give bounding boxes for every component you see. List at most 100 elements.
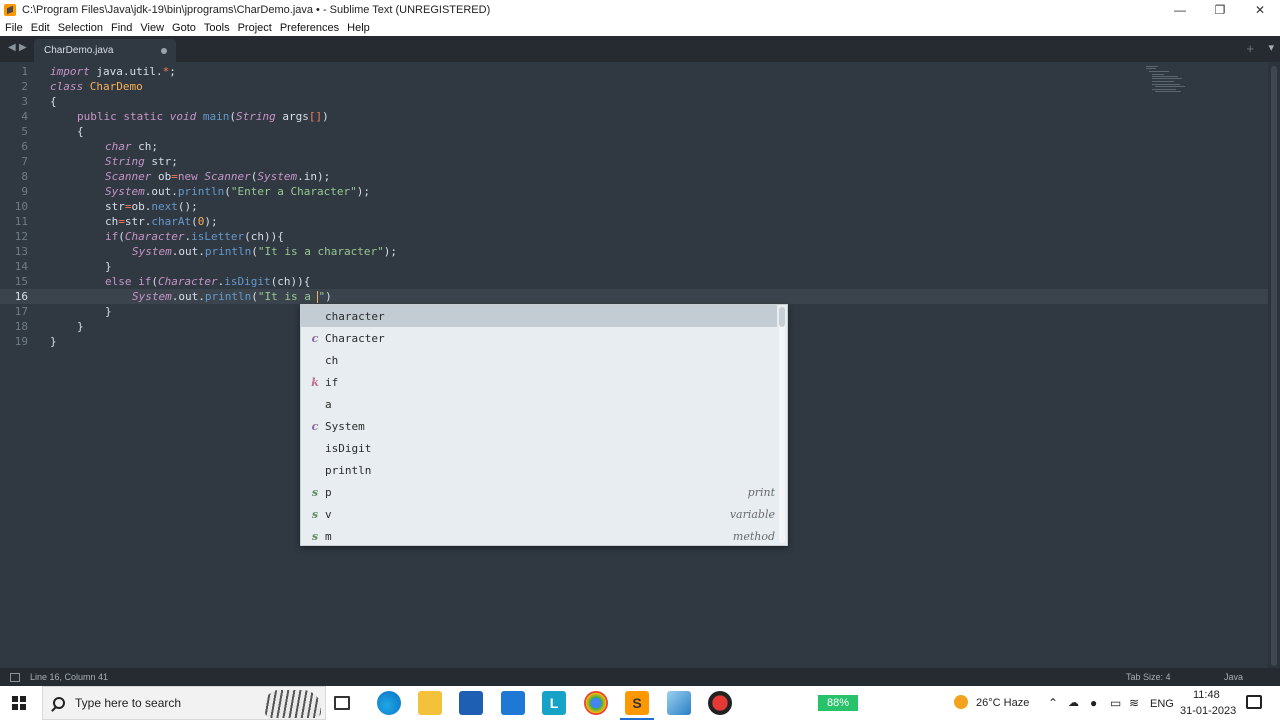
vertical-scrollbar[interactable] [1268, 62, 1280, 668]
code-line-1: import java.util.*; [50, 64, 176, 79]
code-token: ); [356, 185, 370, 198]
tab-nav-right-icon[interactable]: ▶ [19, 42, 27, 53]
code-token: System [257, 170, 298, 183]
scrollbar-thumb[interactable] [1271, 66, 1277, 666]
maximize-button[interactable]: ❐ [1200, 0, 1240, 20]
code-token: "It is a character" [257, 245, 384, 258]
autocomplete-item[interactable]: s p print [301, 481, 777, 503]
autocomplete-item[interactable]: s v variable [301, 503, 777, 525]
autocomplete-label: ch [325, 353, 339, 367]
line-number: 11 [14, 215, 28, 228]
minimize-button[interactable]: — [1160, 0, 1200, 20]
menu-edit[interactable]: Edit [28, 22, 53, 34]
kind-badge: k [311, 375, 319, 389]
autocomplete-item[interactable]: character [301, 305, 777, 327]
menu-file[interactable]: File [2, 22, 26, 34]
menu-find[interactable]: Find [108, 22, 135, 34]
line-number: 6 [21, 140, 28, 153]
syntax-indicator[interactable]: Java [1224, 672, 1243, 682]
autocomplete-item[interactable]: isDigit [301, 437, 777, 459]
file-explorer-icon[interactable] [418, 691, 442, 715]
notification-icon[interactable] [1246, 695, 1262, 709]
sublime-taskbar-icon[interactable]: S [625, 691, 649, 715]
mail-icon[interactable] [501, 691, 525, 715]
code-token: .out. [171, 290, 205, 303]
code-line-15: else if(Character.isDigit(ch)){ [105, 274, 310, 289]
tray-chevron-icon[interactable]: ⌃ [1048, 696, 1058, 710]
minimap[interactable] [1146, 66, 1190, 96]
app-record-icon[interactable] [708, 691, 732, 715]
tab-bar: ◀ ▶ CharDemo.java + ▾ [0, 36, 1280, 62]
autocomplete-item[interactable]: s m method [301, 525, 777, 547]
autocomplete-scrollbar[interactable] [779, 307, 785, 543]
code-line-5: { [77, 124, 84, 139]
tab-list-icon[interactable]: ▾ [1268, 41, 1274, 54]
code-line-16: System.out.println("It is a ") [132, 289, 332, 304]
close-button[interactable]: ✕ [1240, 0, 1280, 20]
menu-project[interactable]: Project [235, 22, 275, 34]
code-token: ch [105, 215, 119, 228]
autocomplete-item[interactable]: a [301, 393, 777, 415]
tab-chardemo[interactable]: CharDemo.java [34, 39, 176, 62]
autocomplete-label: System [325, 419, 365, 433]
windows-taskbar: Type here to search L S 88% 26°C Haze ⌃ … [0, 686, 1280, 720]
autocomplete-label: if [325, 375, 339, 389]
autocomplete-label: isDigit [325, 441, 372, 455]
code-token: } [50, 335, 57, 348]
weather-text[interactable]: 26°C Haze [976, 697, 1029, 709]
autocomplete-item[interactable]: println [301, 459, 777, 481]
app-l-icon[interactable]: L [542, 691, 566, 715]
app-notes-icon[interactable] [667, 691, 691, 715]
microphone-icon[interactable]: ● [1090, 696, 1097, 710]
search-icon [53, 697, 65, 709]
windows-start-icon[interactable] [12, 696, 26, 710]
menu-selection[interactable]: Selection [55, 22, 106, 34]
code-token: } [77, 320, 84, 333]
tab-nav-left-icon[interactable]: ◀ [8, 42, 16, 53]
unsaved-dot-icon[interactable] [161, 48, 167, 54]
menu-tools[interactable]: Tools [201, 22, 233, 34]
menu-view[interactable]: View [137, 22, 167, 34]
menu-goto[interactable]: Goto [169, 22, 199, 34]
autocomplete-scroll-thumb[interactable] [779, 307, 785, 327]
code-token: ( [118, 230, 125, 243]
edge-browser-icon[interactable] [377, 691, 401, 715]
new-tab-icon[interactable]: + [1246, 41, 1254, 56]
chrome-icon[interactable] [584, 691, 608, 715]
autocomplete-item[interactable]: c Character [301, 327, 777, 349]
task-view-icon[interactable] [334, 696, 350, 710]
line-number: 5 [21, 125, 28, 138]
autocomplete-popup[interactable]: character c Character ch k if a c System is… [300, 304, 788, 546]
title-bar: C:\Program Files\Java\jdk-19\bin\jprogra… [0, 0, 1280, 20]
autocomplete-item[interactable]: c System [301, 415, 777, 437]
code-token: str. [124, 215, 152, 228]
menu-help[interactable]: Help [344, 22, 373, 34]
taskbar-search-box[interactable]: Type here to search [42, 686, 326, 720]
battery-indicator[interactable]: 88% [818, 695, 858, 711]
wifi-icon[interactable]: ≋ [1129, 696, 1139, 710]
panel-toggle-icon[interactable] [10, 672, 20, 682]
search-highlight-illustration [265, 690, 321, 718]
code-line-4: public static void main(String args[]) [77, 109, 329, 124]
code-line-3: { [50, 94, 57, 109]
line-number: 4 [21, 110, 28, 123]
autocomplete-item[interactable]: ch [301, 349, 777, 371]
code-token: println [177, 185, 225, 198]
code-line-13: System.out.println("It is a character"); [132, 244, 397, 259]
store-icon[interactable] [459, 691, 483, 715]
code-token: ); [204, 215, 218, 228]
language-indicator[interactable]: ENG [1150, 698, 1174, 710]
autocomplete-item[interactable]: k if [301, 371, 777, 393]
cloud-icon[interactable]: ☁ [1068, 696, 1079, 709]
code-token: str [105, 200, 125, 213]
tab-size-indicator[interactable]: Tab Size: 4 [1126, 672, 1171, 682]
line-number: 14 [14, 260, 28, 273]
code-token: next [151, 200, 178, 213]
clock-time[interactable]: 11:48 [1193, 689, 1220, 701]
cursor-position: Line 16, Column 41 [30, 672, 109, 682]
clock-date[interactable]: 31-01-2023 [1180, 705, 1236, 717]
battery-tray-icon[interactable]: ▭ [1110, 696, 1121, 710]
code-token: isDigit [224, 275, 271, 288]
menu-preferences[interactable]: Preferences [277, 22, 342, 34]
